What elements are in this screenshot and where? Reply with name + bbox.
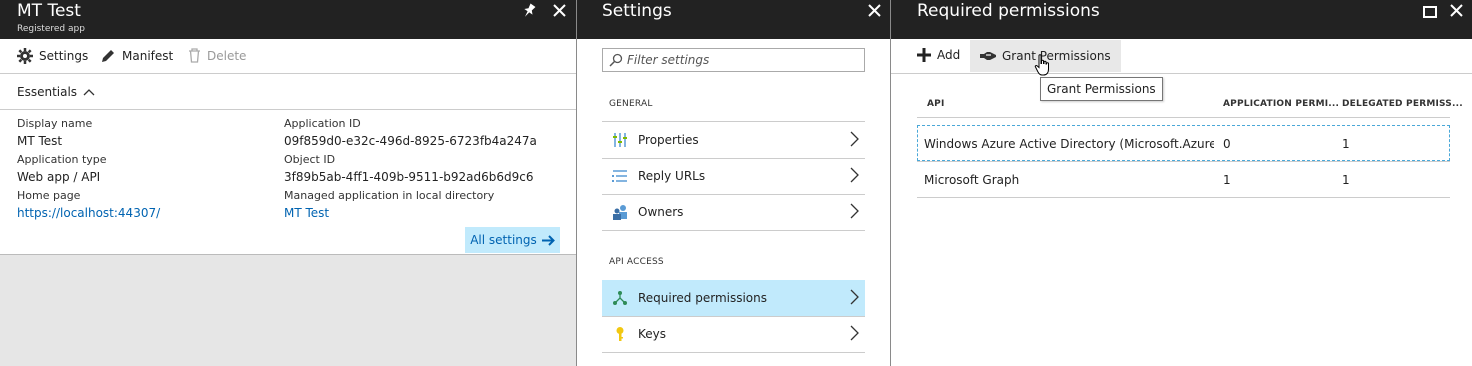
api-access-section-label: API ACCESS <box>609 257 664 267</box>
app-blade-subtitle: Registered app <box>17 24 85 34</box>
app-type-value: Web app / API <box>17 170 101 184</box>
plus-icon <box>917 48 931 62</box>
close-icon[interactable] <box>553 2 566 21</box>
settings-button-label: Settings <box>39 49 89 63</box>
chevron-up-icon <box>83 89 95 96</box>
app-blade-title: MT Test <box>17 1 81 21</box>
manifest-button[interactable]: Manifest <box>100 48 173 64</box>
chevron-right-icon <box>850 167 859 183</box>
table-row[interactable]: Microsoft Graph 1 1 <box>917 162 1450 197</box>
add-button[interactable]: Add <box>917 48 960 62</box>
properties-label: Properties <box>638 133 699 147</box>
table-header-divider <box>917 117 1450 118</box>
managed-app-label: Managed application in local directory <box>284 189 495 202</box>
row-delegated-permissions: 1 <box>1342 173 1350 187</box>
app-blade-header: MT Test Registered app <box>0 0 576 39</box>
properties-icon <box>613 133 627 147</box>
chevron-right-icon <box>850 203 859 219</box>
key-icon <box>616 327 624 341</box>
column-header-api[interactable]: API <box>927 99 945 109</box>
gear-icon <box>17 48 33 64</box>
display-name-label: Display name <box>17 117 93 130</box>
add-button-label: Add <box>937 48 961 62</box>
general-section-label: GENERAL <box>609 99 653 109</box>
display-name-value: MT Test <box>17 134 63 148</box>
app-id-label: Application ID <box>284 117 361 130</box>
handshake-icon <box>980 52 996 60</box>
keys-label: Keys <box>638 327 667 341</box>
empty-area <box>0 255 576 366</box>
home-page-label: Home page <box>17 189 81 202</box>
chevron-right-icon <box>850 289 859 305</box>
close-icon[interactable] <box>868 2 881 21</box>
row-api-name: Windows Azure Active Directory (Microsof… <box>924 137 1214 151</box>
chevron-right-icon <box>850 131 859 147</box>
settings-button[interactable]: Settings <box>17 48 88 64</box>
app-id-value: 09f859d0-e32c-496d-8925-6723fb4a247a <box>284 134 537 148</box>
table-row[interactable]: Windows Azure Active Directory (Microsof… <box>917 125 1450 161</box>
all-settings-label: All settings <box>470 233 537 247</box>
list-icon <box>612 170 627 182</box>
permissions-blade-header: Required permissions <box>891 0 1472 39</box>
settings-item-required-permissions[interactable]: Required permissions <box>602 280 865 317</box>
permissions-blade-title: Required permissions <box>917 1 1100 21</box>
settings-blade-title: Settings <box>602 1 672 21</box>
close-icon[interactable] <box>1450 2 1463 21</box>
settings-item-keys[interactable]: Keys <box>602 316 865 353</box>
row-application-permissions: 0 <box>1223 137 1231 151</box>
row-application-permissions: 1 <box>1223 173 1231 187</box>
essentials-toggle[interactable]: Essentials <box>17 85 95 99</box>
essentials-label: Essentials <box>17 85 78 99</box>
pin-icon[interactable] <box>522 3 536 23</box>
settings-item-properties[interactable]: Properties <box>602 122 865 159</box>
network-icon <box>613 291 627 305</box>
filter-settings-placeholder: Filter settings <box>627 53 710 67</box>
arrow-right-icon <box>541 234 555 246</box>
maximize-icon[interactable] <box>1423 3 1437 22</box>
all-settings-button[interactable]: All settings <box>465 227 560 253</box>
settings-blade-header: Settings <box>577 0 890 39</box>
grant-permissions-label: Grant Permissions <box>1002 49 1111 63</box>
toolbar-divider <box>891 73 1472 74</box>
app-blade: MT Test Registered app Settings Manifest… <box>0 0 576 366</box>
settings-item-owners[interactable]: Owners <box>602 194 865 231</box>
grant-permissions-tooltip: Grant Permissions <box>1040 77 1163 101</box>
toolbar-divider <box>0 73 576 74</box>
essentials-divider <box>0 109 576 110</box>
object-id-label: Object ID <box>284 153 336 166</box>
reply-urls-label: Reply URLs <box>638 169 706 183</box>
row-api-name: Microsoft Graph <box>924 173 1020 187</box>
settings-item-reply-urls[interactable]: Reply URLs <box>602 158 865 195</box>
home-page-link[interactable]: https://localhost:44307/ <box>17 206 160 220</box>
users-icon <box>613 205 627 220</box>
row-delegated-permissions: 1 <box>1342 137 1350 151</box>
trash-icon <box>189 48 200 63</box>
column-header-application-permissions[interactable]: APPLICATION PERMI... <box>1223 99 1339 109</box>
hand-cursor-icon <box>1034 54 1049 76</box>
app-type-label: Application type <box>17 153 107 166</box>
filter-settings-input[interactable]: Filter settings <box>602 48 865 72</box>
delete-button[interactable]: Delete <box>188 48 246 63</box>
object-id-value: 3f89b5ab-4ff1-409b-9511-b92ad6b6d9c6 <box>284 170 534 184</box>
manifest-button-label: Manifest <box>122 49 174 63</box>
owners-label: Owners <box>638 205 684 219</box>
managed-app-link[interactable]: MT Test <box>284 206 329 220</box>
delete-button-label: Delete <box>207 48 247 63</box>
chevron-right-icon <box>850 325 859 341</box>
required-permissions-label: Required permissions <box>638 291 768 305</box>
tooltip-text: Grant Permissions <box>1047 82 1156 96</box>
column-header-delegated-permissions[interactable]: DELEGATED PERMISS... <box>1342 99 1463 109</box>
pencil-icon <box>102 50 114 62</box>
row-divider <box>917 197 1450 198</box>
search-icon <box>609 53 623 67</box>
